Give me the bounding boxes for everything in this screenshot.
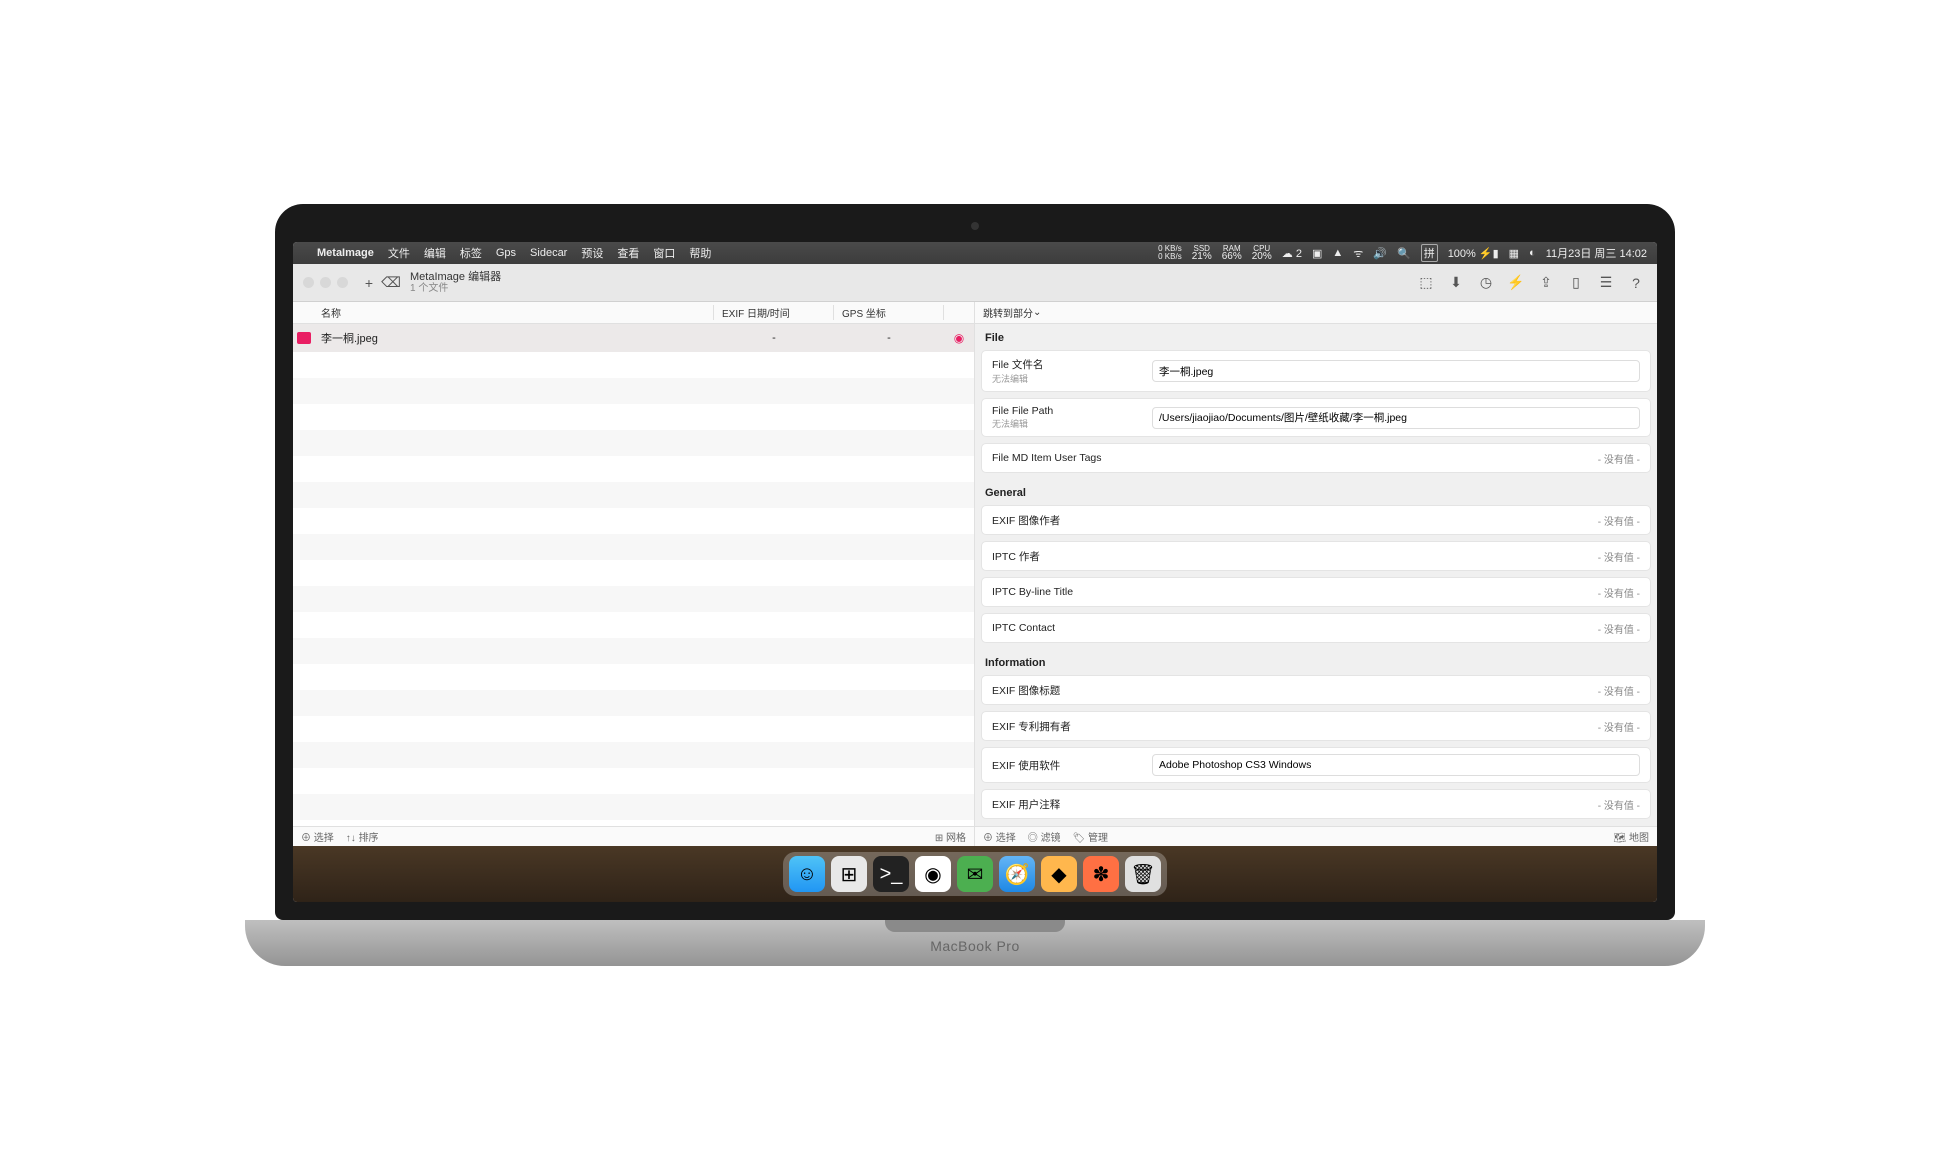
dock-finder-icon[interactable]: ☺	[789, 856, 825, 892]
field-file-path: File File Path 无法编辑	[981, 398, 1651, 437]
file-name-cell: 李一桐.jpeg	[315, 330, 714, 346]
add-button[interactable]: +	[358, 272, 380, 294]
dock-chrome-icon[interactable]: ◉	[915, 856, 951, 892]
field-file-tags[interactable]: File MD Item User Tags - 没有值 -	[981, 443, 1651, 473]
status-icon-2[interactable]: ▲	[1332, 247, 1343, 259]
menu-view[interactable]: 查看	[617, 245, 639, 261]
laptop-frame: MetaImage 文件 编辑 标签 Gps Sidecar 预设 查看 窗口 …	[275, 204, 1675, 966]
sort-button[interactable]: ↑↓ 排序	[346, 829, 379, 844]
macos-menubar: MetaImage 文件 编辑 标签 Gps Sidecar 预设 查看 窗口 …	[293, 242, 1657, 264]
section-file: File	[975, 324, 1657, 350]
thumbnail-icon	[297, 332, 311, 344]
metadata-scroll[interactable]: File File 文件名 无法编辑 File File Pa	[975, 324, 1657, 826]
file-list: 李一桐.jpeg - - ◉	[293, 324, 974, 826]
field-iptc-contact[interactable]: IPTC Contact - 没有值 -	[981, 613, 1651, 643]
field-exif-title[interactable]: EXIF 图像标题 - 没有值 -	[981, 675, 1651, 705]
status-icon-3[interactable]: ▦	[1509, 247, 1519, 260]
check-badge-icon: ◉	[954, 331, 964, 345]
sound-icon[interactable]: 🔊	[1373, 247, 1387, 260]
dock-launchpad-icon[interactable]: ⊞	[831, 856, 867, 892]
dock: ☺ ⊞ >_ ◉ ✉ 🧭 ◆ ✽ 🗑	[783, 852, 1167, 896]
field-exif-author[interactable]: EXIF 图像作者 - 没有值 -	[981, 505, 1651, 535]
file-row-selected[interactable]: 李一桐.jpeg - - ◉	[293, 324, 974, 352]
filter-button[interactable]: ◎ 滤镜	[1028, 829, 1061, 844]
field-iptc-byline[interactable]: IPTC By-line Title - 没有值 -	[981, 577, 1651, 607]
file-list-panel: 名称 EXIF 日期/时间 GPS 坐标 李一桐.jpeg - - ◉	[293, 302, 975, 846]
file-exif-cell: -	[714, 332, 834, 344]
field-iptc-author[interactable]: IPTC 作者 - 没有值 -	[981, 541, 1651, 571]
delete-button[interactable]: ⌫	[380, 272, 402, 294]
right-bottom-bar: ⊕ 选择 ◎ 滤镜 🏷 管理 🗺 地图	[975, 826, 1657, 846]
section-information: Information	[975, 649, 1657, 675]
dock-trash-icon[interactable]: 🗑	[1125, 856, 1161, 892]
stat-ssd[interactable]: SSD21%	[1192, 245, 1212, 261]
split-view: 名称 EXIF 日期/时间 GPS 坐标 李一桐.jpeg - - ◉	[293, 302, 1657, 846]
menu-tags[interactable]: 标签	[460, 245, 482, 261]
field-exif-software[interactable]: EXIF 使用软件	[981, 747, 1651, 783]
camera	[971, 222, 979, 230]
wechat-status-icon[interactable]: ☁ 2	[1282, 247, 1302, 260]
field-exif-patent[interactable]: EXIF 专利拥有者 - 没有值 -	[981, 711, 1651, 741]
sidebar-icon[interactable]: ▯	[1565, 272, 1587, 294]
status-icon-1[interactable]: ▣	[1312, 247, 1322, 260]
stat-network[interactable]: 0 KB/s0 KB/s	[1158, 245, 1182, 261]
share-icon[interactable]: ⇪	[1535, 272, 1557, 294]
manage-button[interactable]: 🏷 管理	[1073, 829, 1108, 844]
export-icon[interactable]: ⬇	[1445, 272, 1467, 294]
left-bottom-bar: ⊕ 选择 ↑↓ 排序 ⊞ 网格	[293, 826, 974, 846]
dock-wechat-icon[interactable]: ✉	[957, 856, 993, 892]
clock-icon[interactable]: ◷	[1475, 272, 1497, 294]
section-general: General	[975, 479, 1657, 505]
desktop-dock-region: ☺ ⊞ >_ ◉ ✉ 🧭 ◆ ✽ 🗑	[293, 846, 1657, 902]
chevron-down-icon: ⌄	[1033, 307, 1041, 318]
window-titlebar: + ⌫ MetaImage 编辑器 1 个文件 ⬚ ⬇ ◷ ⚡ ⇪ ▯ ☰	[293, 264, 1657, 302]
dock-sketch-icon[interactable]: ◆	[1041, 856, 1077, 892]
col-exif-date[interactable]: EXIF 日期/时间	[714, 305, 834, 320]
dock-safari-icon[interactable]: 🧭	[999, 856, 1035, 892]
jump-to-section[interactable]: 跳转到部分 ⌄	[975, 302, 1657, 324]
menu-help[interactable]: 帮助	[689, 245, 711, 261]
dock-app-icon[interactable]: ✽	[1083, 856, 1119, 892]
bolt-icon[interactable]: ⚡	[1505, 272, 1527, 294]
file-path-input	[1152, 407, 1640, 429]
column-header: 名称 EXIF 日期/时间 GPS 坐标	[293, 302, 974, 324]
field-file-name: File 文件名 无法编辑	[981, 350, 1651, 392]
window-title: MetaImage 编辑器 1 个文件	[410, 271, 501, 295]
menu-edit[interactable]: 编辑	[424, 245, 446, 261]
menu-sidecar[interactable]: Sidecar	[530, 247, 567, 259]
popout-icon[interactable]: ⬚	[1415, 272, 1437, 294]
col-gps[interactable]: GPS 坐标	[834, 305, 944, 320]
menu-gps[interactable]: Gps	[496, 247, 516, 259]
stat-cpu[interactable]: CPU20%	[1252, 245, 1272, 261]
menu-file[interactable]: 文件	[388, 245, 410, 261]
search-icon[interactable]: 🔍	[1397, 247, 1411, 260]
battery-status[interactable]: 100% ⚡▮	[1448, 247, 1499, 260]
exif-software-input[interactable]	[1152, 754, 1640, 776]
screen-bezel: MetaImage 文件 编辑 标签 Gps Sidecar 预设 查看 窗口 …	[275, 204, 1675, 920]
map-button[interactable]: 🗺 地图	[1614, 829, 1649, 844]
ime-icon[interactable]: 拼	[1421, 244, 1438, 262]
datetime[interactable]: 11月23日 周三 14:02	[1546, 245, 1647, 261]
menubar-app-name[interactable]: MetaImage	[317, 247, 374, 259]
menu-presets[interactable]: 预设	[581, 245, 603, 261]
file-name-input	[1152, 360, 1640, 382]
screen: MetaImage 文件 编辑 标签 Gps Sidecar 预设 查看 窗口 …	[293, 242, 1657, 902]
select-button[interactable]: ⊕ 选择	[301, 829, 334, 844]
field-exif-usercomment[interactable]: EXIF 用户注释 - 没有值 -	[981, 789, 1651, 819]
col-name[interactable]: 名称	[315, 305, 714, 320]
traffic-lights[interactable]	[303, 277, 348, 288]
laptop-base: MacBook Pro	[245, 920, 1705, 966]
status-icon-4[interactable]: ◐	[1529, 247, 1536, 259]
app-window: + ⌫ MetaImage 编辑器 1 个文件 ⬚ ⬇ ◷ ⚡ ⇪ ▯ ☰	[293, 264, 1657, 846]
grid-button[interactable]: ⊞ 网格	[935, 829, 966, 844]
metadata-panel: 跳转到部分 ⌄ File File 文件名 无法编辑	[975, 302, 1657, 846]
dock-terminal-icon[interactable]: >_	[873, 856, 909, 892]
help-icon[interactable]: ?	[1625, 272, 1647, 294]
settings-icon[interactable]: ☰	[1595, 272, 1617, 294]
select-button-r[interactable]: ⊕ 选择	[983, 829, 1016, 844]
file-gps-cell: -	[834, 332, 944, 344]
wifi-icon[interactable]: ᯤ	[1353, 246, 1363, 261]
menu-window[interactable]: 窗口	[653, 245, 675, 261]
stat-ram[interactable]: RAM66%	[1222, 245, 1242, 261]
